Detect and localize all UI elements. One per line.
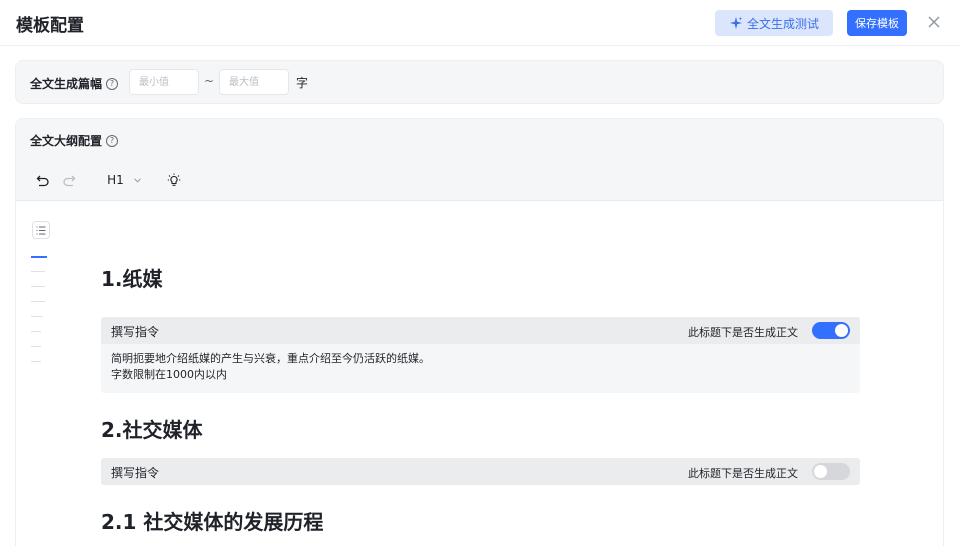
instruction-line: 字数限制在1000内以内	[111, 368, 227, 381]
heading-level-dropdown[interactable]: H1	[104, 171, 144, 189]
header-bar: 模板配置 全文生成测试 保存模板	[0, 0, 960, 46]
instruction-label: 撰写指令	[111, 325, 160, 339]
sparkle-icon	[729, 16, 743, 30]
section-heading[interactable]: 1.纸媒	[101, 263, 163, 292]
instruction-block-header: 撰写指令 此标题下是否生成正文	[101, 317, 860, 344]
save-template-button[interactable]: 保存模板	[847, 10, 907, 36]
toc-list-icon[interactable]	[32, 221, 50, 239]
outline-editor[interactable]: 1.纸媒 撰写指令 此标题下是否生成正文 简明扼要地介绍纸媒的产生与兴衰，重点介…	[16, 201, 943, 546]
toggle-knob	[835, 324, 848, 337]
toggle-knob	[814, 465, 827, 478]
toc-item[interactable]	[31, 346, 41, 347]
generate-body-toggle[interactable]	[812, 463, 850, 480]
instruction-block: 撰写指令 此标题下是否生成正文 简明扼要地介绍纸媒的产生与兴衰，重点介绍至今仍活…	[101, 317, 860, 393]
toc-item[interactable]	[31, 331, 41, 332]
toc-item[interactable]	[31, 361, 41, 362]
generate-body-label: 此标题下是否生成正文	[688, 326, 798, 339]
full-text-test-button[interactable]: 全文生成测试	[715, 10, 833, 36]
length-label: 全文生成篇幅	[30, 77, 103, 91]
max-length-input[interactable]	[219, 69, 289, 95]
section-heading[interactable]: 2.社交媒体	[101, 414, 203, 443]
outline-label: 全文大纲配置	[30, 134, 103, 148]
lightbulb-icon[interactable]	[166, 171, 182, 189]
instruction-block-header: 撰写指令 此标题下是否生成正文	[101, 458, 860, 485]
chevron-down-icon	[133, 177, 141, 183]
toc-item[interactable]	[31, 316, 43, 317]
close-icon[interactable]	[926, 14, 942, 30]
redo-icon[interactable]	[61, 171, 77, 189]
min-length-input[interactable]	[129, 69, 199, 95]
instruction-block: 撰写指令 此标题下是否生成正文	[101, 458, 860, 485]
editor-toolbar: H1	[16, 159, 943, 201]
outline-label-group: 全文大纲配置 ?	[30, 132, 119, 149]
toc-item[interactable]	[31, 301, 45, 302]
length-unit: 字	[296, 76, 309, 90]
length-config-card: 全文生成篇幅 ? ~ 字	[15, 60, 944, 104]
help-icon[interactable]: ?	[106, 77, 119, 90]
toc-item-active[interactable]	[31, 256, 47, 258]
heading-level-value: H1	[107, 173, 124, 187]
outline-header: 全文大纲配置 ?	[16, 119, 943, 159]
range-separator: ~	[204, 74, 215, 88]
length-label-group: 全文生成篇幅 ?	[30, 75, 119, 92]
full-text-test-label: 全文生成测试	[746, 16, 819, 31]
toc-item[interactable]	[31, 271, 45, 272]
generate-body-label: 此标题下是否生成正文	[688, 467, 798, 480]
page-title: 模板配置	[16, 16, 84, 36]
instruction-line: 简明扼要地介绍纸媒的产生与兴衰，重点介绍至今仍活跃的纸媒。	[111, 352, 430, 365]
undo-icon[interactable]	[35, 171, 51, 189]
help-icon[interactable]: ?	[106, 134, 119, 147]
instruction-text[interactable]: 简明扼要地介绍纸媒的产生与兴衰，重点介绍至今仍活跃的纸媒。 字数限制在1000内…	[101, 344, 860, 392]
generate-body-toggle[interactable]	[812, 322, 850, 339]
section-heading[interactable]: 2.1 社交媒体的发展历程	[101, 506, 323, 535]
outline-config-card: 全文大纲配置 ? H1 1.纸媒 撰写指令 此标题下是否生成正文 简明扼要地介绍…	[15, 118, 944, 546]
instruction-label: 撰写指令	[111, 466, 160, 480]
toc-item[interactable]	[31, 286, 45, 287]
